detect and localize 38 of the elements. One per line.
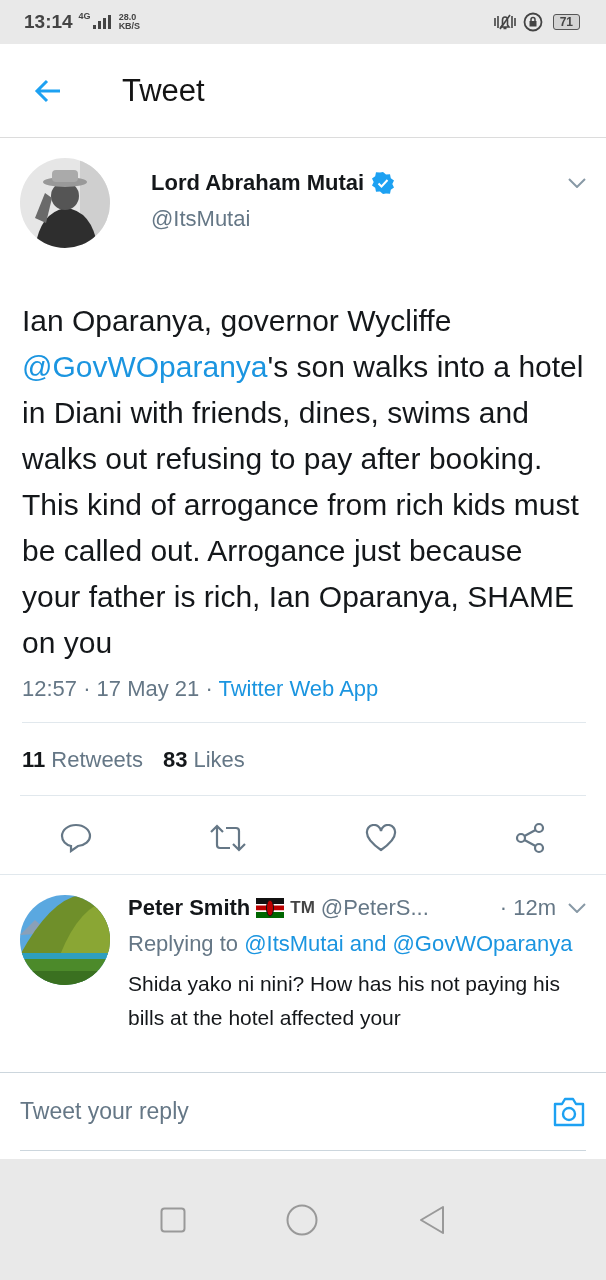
chevron-icon[interactable] xyxy=(568,178,586,188)
trademark-mark: TM xyxy=(290,898,315,918)
stat-label[interactable]: Likes xyxy=(193,747,245,773)
like-icon[interactable] xyxy=(364,824,397,852)
reply-icon[interactable] xyxy=(60,823,92,853)
rotation-lock-icon xyxy=(522,12,543,32)
stat-label[interactable]: Retweets xyxy=(51,747,143,773)
status-time: 13:14 xyxy=(24,11,73,33)
home-button[interactable] xyxy=(286,1203,318,1236)
camera-icon[interactable] xyxy=(552,1095,586,1128)
source-link[interactable]: Twitter Web App xyxy=(218,676,379,701)
author-name: Lord Abraham Mutai xyxy=(151,170,365,196)
back-nav-button[interactable] xyxy=(418,1204,446,1235)
reply-input-field[interactable]: Tweet your reply xyxy=(20,1098,552,1125)
replying-to-text: Replying to @ItsMutai and @GovWOparanya xyxy=(128,930,574,958)
signal-icon xyxy=(92,15,111,29)
mention-link[interactable]: @GovWOparanya xyxy=(22,350,268,383)
back-button[interactable] xyxy=(34,78,62,103)
chevron-icon[interactable] xyxy=(568,903,586,913)
reply-author-name: Peter Smith xyxy=(128,895,251,921)
tweet-timestamp: 12:57 · 17 May 21 · xyxy=(22,676,214,701)
network-type: 4G xyxy=(78,11,91,21)
reply-author-handle: @PeterS... xyxy=(320,895,429,921)
network-speed: 28.0 xyxy=(118,13,138,22)
reply-age: · 12m xyxy=(499,895,556,921)
stat-count: 83 xyxy=(163,747,188,773)
speed-unit: KB/S xyxy=(118,22,141,31)
vibrate-icon xyxy=(492,12,517,32)
page-title: Tweet xyxy=(122,72,205,109)
tweet-text: Ian Oparanya, governor Wycliffe @GovWOparanya's son walks into a hotel in Diani with friends, dines, swims and walks out refusing to pay after booking. This kind of arrogance from rich kids must be called out. Arrogance just because your father is rich, Ian Oparanya, SHAME on you xyxy=(22,303,585,661)
flag-icon xyxy=(256,898,285,918)
retweet-icon[interactable] xyxy=(209,824,248,852)
reply-text: Shida yako ni nini? How has his not paying his bills at the hotel affected your xyxy=(128,971,561,1031)
share-icon[interactable] xyxy=(514,822,546,854)
author-handle: @ItsMutai xyxy=(151,206,252,232)
stat-count: 11 xyxy=(22,747,46,773)
battery-indicator: 71 xyxy=(552,14,580,30)
recent-apps-button[interactable] xyxy=(160,1206,186,1233)
